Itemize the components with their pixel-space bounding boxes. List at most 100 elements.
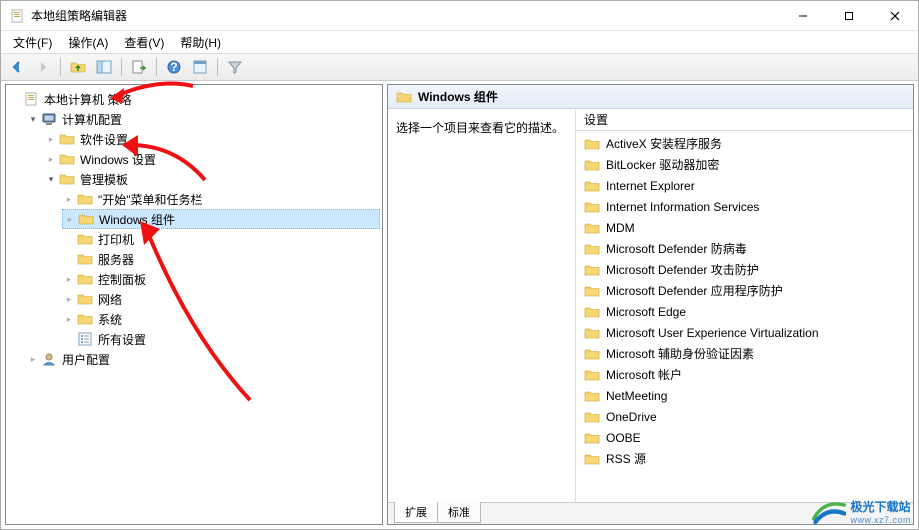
settings-item-label: OOBE xyxy=(606,431,641,445)
tree-windows-settings[interactable]: ▸ Windows 设置 xyxy=(44,149,380,169)
tree-printers[interactable]: ▸ 打印机 xyxy=(62,229,380,249)
folder-icon xyxy=(584,451,600,467)
minimize-button[interactable] xyxy=(780,1,826,30)
settings-item-label: MDM xyxy=(606,221,635,235)
folder-icon xyxy=(584,388,600,404)
tree-user-config[interactable]: ▸ 用户配置 xyxy=(26,349,380,369)
settings-list: ActiveX 安装程序服务 BitLocker 驱动器加密Internet Ex… xyxy=(576,131,913,471)
settings-item-label: Microsoft Defender 防病毒 xyxy=(606,240,747,257)
export-button[interactable] xyxy=(127,56,151,78)
help-button[interactable]: ? xyxy=(162,56,186,78)
expander-icon[interactable]: ▾ xyxy=(26,112,40,126)
settings-item[interactable]: Internet Explorer xyxy=(576,175,913,196)
folder-icon xyxy=(584,178,600,194)
menu-action[interactable]: 操作(A) xyxy=(60,32,116,53)
properties-button[interactable] xyxy=(188,56,212,78)
settings-item[interactable]: RSS 源 xyxy=(576,448,913,469)
close-button[interactable] xyxy=(872,1,918,30)
folder-icon xyxy=(77,291,93,307)
column-header-settings[interactable]: 设置 xyxy=(576,109,913,131)
settings-item[interactable]: Microsoft Defender 防病毒 xyxy=(576,238,913,259)
folder-icon xyxy=(59,151,75,167)
expander-icon[interactable]: ▸ xyxy=(62,272,76,286)
settings-item[interactable]: MDM xyxy=(576,217,913,238)
expander-icon[interactable]: ▸ xyxy=(44,132,58,146)
settings-item[interactable]: Microsoft User Experience Virtualization xyxy=(576,322,913,343)
folder-icon xyxy=(584,430,600,446)
settings-list-wrap[interactable]: 设置 ActiveX 安装程序服务BitLocker 驱动器加密Internet… xyxy=(576,109,913,502)
tree-label: 所有设置 xyxy=(96,331,148,348)
tab-extended[interactable]: 扩展 xyxy=(394,502,438,523)
settings-item-label: Microsoft Defender 攻击防护 xyxy=(606,261,759,278)
filter-button[interactable] xyxy=(223,56,247,78)
settings-item[interactable]: Microsoft Edge xyxy=(576,301,913,322)
settings-item[interactable]: OneDrive xyxy=(576,406,913,427)
menu-help[interactable]: 帮助(H) xyxy=(172,32,229,53)
tree-start-taskbar[interactable]: ▸ "开始"菜单和任务栏 xyxy=(62,189,380,209)
folder-icon xyxy=(584,283,600,299)
tree-system[interactable]: ▸ 系统 xyxy=(62,309,380,329)
tab-standard[interactable]: 标准 xyxy=(437,502,481,523)
settings-item-label: Microsoft 辅助身份验证因素 xyxy=(606,345,754,362)
folder-icon xyxy=(77,251,93,267)
folder-icon xyxy=(584,304,600,320)
settings-item-label: ActiveX 安装程序服务 xyxy=(606,135,722,152)
settings-item[interactable]: Microsoft 帐户 xyxy=(576,364,913,385)
expander-icon[interactable]: ▸ xyxy=(62,292,76,306)
settings-item-label: Microsoft 帐户 xyxy=(606,366,682,383)
folder-icon xyxy=(584,367,600,383)
details-header: Windows 组件 xyxy=(388,85,913,109)
toolbar-separator xyxy=(217,58,218,76)
policy-tree: ▶ 本地计算机 策略 ▾ 计算机配置 xyxy=(8,89,380,369)
user-icon xyxy=(41,351,57,367)
settings-list-icon xyxy=(77,331,93,347)
folder-icon xyxy=(59,131,75,147)
column-label: 设置 xyxy=(584,111,608,128)
expander-icon[interactable]: ▸ xyxy=(62,192,76,206)
expander-icon[interactable]: ▸ xyxy=(62,312,76,326)
settings-item[interactable]: Microsoft 辅助身份验证因素 xyxy=(576,343,913,364)
tree-control-panel[interactable]: ▸ 控制面板 xyxy=(62,269,380,289)
forward-button[interactable] xyxy=(31,56,55,78)
expander-icon[interactable]: ▾ xyxy=(44,172,58,186)
folder-icon xyxy=(584,346,600,362)
menu-view[interactable]: 查看(V) xyxy=(116,32,172,53)
settings-item[interactable]: OOBE xyxy=(576,427,913,448)
tree-network[interactable]: ▸ 网络 xyxy=(62,289,380,309)
tree-all-settings[interactable]: ▸ 所有设置 xyxy=(62,329,380,349)
window-controls xyxy=(780,1,918,30)
tree-root[interactable]: ▶ 本地计算机 策略 xyxy=(8,89,380,109)
tree-computer-config[interactable]: ▾ 计算机配置 xyxy=(26,109,380,129)
doc-icon xyxy=(23,91,39,107)
show-hide-tree-button[interactable] xyxy=(92,56,116,78)
computer-icon xyxy=(41,111,57,127)
maximize-button[interactable] xyxy=(826,1,872,30)
settings-item[interactable]: Internet Information Services xyxy=(576,196,913,217)
settings-item[interactable]: NetMeeting xyxy=(576,385,913,406)
expander-icon[interactable]: ▸ xyxy=(44,152,58,166)
settings-item[interactable]: ActiveX 安装程序服务 xyxy=(576,133,913,154)
back-button[interactable] xyxy=(5,56,29,78)
tree-software-settings[interactable]: ▸ 软件设置 xyxy=(44,129,380,149)
toolbar-separator xyxy=(60,58,61,76)
tree-pane[interactable]: ▶ 本地计算机 策略 ▾ 计算机配置 xyxy=(5,84,383,525)
folder-icon xyxy=(584,409,600,425)
folder-icon xyxy=(59,171,75,187)
settings-item-label: Internet Information Services xyxy=(606,200,759,214)
app-icon xyxy=(9,8,25,24)
tree-label: "开始"菜单和任务栏 xyxy=(96,191,205,208)
tree-servers[interactable]: ▸ 服务器 xyxy=(62,249,380,269)
expander-icon[interactable]: ▸ xyxy=(26,352,40,366)
expander-icon[interactable]: ▸ xyxy=(63,212,77,226)
tree-label: 控制面板 xyxy=(96,271,148,288)
folder-icon xyxy=(584,325,600,341)
up-button[interactable] xyxy=(66,56,90,78)
tree-windows-components[interactable]: ▸ Windows 组件 xyxy=(62,209,380,229)
folder-icon xyxy=(584,241,600,257)
settings-item[interactable]: Microsoft Defender 攻击防护 xyxy=(576,259,913,280)
tree-admin-templates[interactable]: ▾ 管理模板 xyxy=(44,169,380,189)
settings-item[interactable]: BitLocker 驱动器加密 xyxy=(576,154,913,175)
menu-file[interactable]: 文件(F) xyxy=(5,32,60,53)
settings-item-label: NetMeeting xyxy=(606,389,667,403)
settings-item[interactable]: Microsoft Defender 应用程序防护 xyxy=(576,280,913,301)
